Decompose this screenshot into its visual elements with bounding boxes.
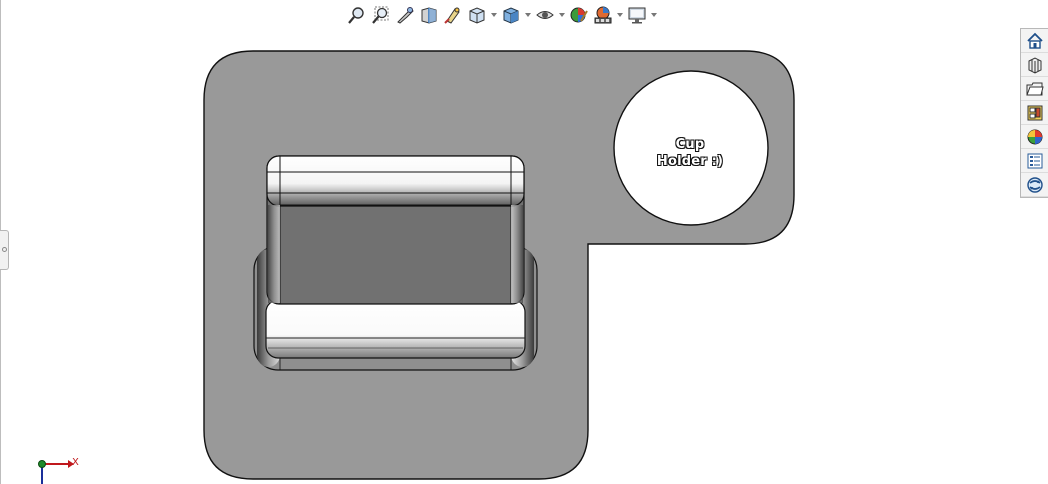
zoom-to-area-icon[interactable] [370, 4, 392, 26]
dynamic-annotation-icon[interactable] [442, 4, 464, 26]
display-style-icon[interactable] [500, 4, 522, 26]
previous-view-icon[interactable] [394, 4, 416, 26]
hide-show-dropdown[interactable] [558, 4, 566, 26]
heads-up-view-toolbar [346, 4, 698, 26]
task-pane-tabs [1020, 28, 1048, 198]
edit-appearance-icon[interactable] [568, 4, 590, 26]
solidworks-resources-icon[interactable] [1021, 29, 1048, 53]
cup-label-line2: Holder :) [656, 154, 724, 169]
view-settings-icon[interactable] [626, 4, 648, 26]
hide-show-items-icon[interactable] [534, 4, 556, 26]
appearances-scenes-icon[interactable] [1021, 125, 1048, 149]
view-orientation-dropdown[interactable] [490, 4, 498, 26]
solidworks-forum-icon[interactable] [1021, 173, 1048, 197]
section-view-icon[interactable] [418, 4, 440, 26]
model-viewport[interactable] [0, 0, 1048, 484]
view-palette-icon[interactable] [1021, 101, 1048, 125]
apply-scene-icon[interactable] [592, 4, 614, 26]
zoom-to-fit-icon[interactable] [346, 4, 368, 26]
triad-x-axis-label: X [72, 457, 79, 468]
apply-scene-dropdown[interactable] [616, 4, 624, 26]
view-settings-dropdown[interactable] [650, 4, 658, 26]
view-orientation-icon[interactable] [466, 4, 488, 26]
file-explorer-icon[interactable] [1021, 77, 1048, 101]
display-style-dropdown[interactable] [524, 4, 532, 26]
custom-properties-icon[interactable] [1021, 149, 1048, 173]
design-library-icon[interactable] [1021, 53, 1048, 77]
raised-box-feature [266, 155, 525, 305]
cup-label-line1: Cup [675, 137, 705, 152]
cup-holder-text: Cup Holder :) [654, 136, 726, 170]
